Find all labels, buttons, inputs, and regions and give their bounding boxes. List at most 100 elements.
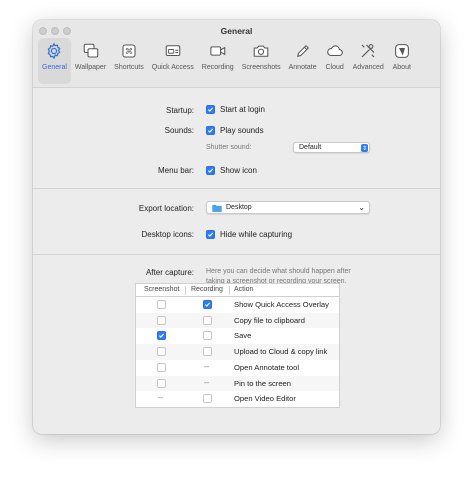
column-header-screenshot: Screenshot	[144, 286, 180, 293]
preferences-tabs: General Wallpaper ⌘ Shortcuts Quick Acce…	[38, 38, 416, 86]
folder-icon	[212, 204, 222, 212]
screenshot-checkbox[interactable]	[157, 347, 166, 358]
app-icon	[392, 40, 412, 62]
after-capture-table: Screenshot Recording Action Show Quick A…	[135, 283, 340, 408]
tab-general[interactable]: General	[38, 38, 71, 84]
recording-checkbox[interactable]	[203, 347, 212, 358]
gear-icon	[44, 40, 64, 62]
table-header: Screenshot Recording Action	[136, 284, 339, 297]
screenshot-checkbox[interactable]	[157, 331, 166, 341]
chevron-updown-icon: ⌄	[358, 203, 365, 212]
tab-label: Cloud	[325, 64, 344, 71]
export-location-value: Desktop	[226, 204, 252, 211]
quick-access-icon	[163, 40, 183, 62]
checkbox-unchecked-icon	[203, 347, 212, 357]
checkbox-unchecked-icon	[157, 378, 166, 388]
export-location-select[interactable]: Desktop ⌄	[206, 201, 370, 214]
checkbox-checked-icon	[203, 300, 212, 309]
table-row: – Open Annotate tool	[136, 360, 339, 376]
tab-recording[interactable]: Recording	[198, 38, 238, 84]
recording-checkbox[interactable]	[203, 394, 212, 405]
tab-label: About	[392, 64, 411, 71]
toolbar: General General Wallpaper ⌘ Shortcuts Qu…	[33, 20, 440, 88]
command-key-icon: ⌘	[119, 40, 139, 62]
tab-shortcuts[interactable]: ⌘ Shortcuts	[110, 38, 148, 84]
checkbox-unchecked-icon	[157, 347, 166, 357]
action-label: Open Video Editor	[234, 394, 296, 404]
shutter-sound-select[interactable]: Default ⇕	[293, 142, 370, 153]
export-location-label: Export location:	[138, 204, 194, 213]
tab-label: General	[42, 64, 67, 71]
shutter-sound-value: Default	[299, 144, 322, 151]
recording-unavailable: –	[204, 360, 210, 371]
sounds-label: Sounds:	[164, 126, 194, 135]
column-header-action: Action	[234, 286, 254, 293]
tab-advanced[interactable]: Advanced	[349, 38, 388, 84]
screenshot-checkbox[interactable]	[157, 315, 166, 327]
recording-unavailable: –	[204, 376, 210, 387]
action-label: Upload to Cloud & copy link	[234, 347, 328, 357]
shutter-sound-label: Shutter sound:	[206, 144, 252, 151]
screenshot-checkbox[interactable]	[157, 362, 166, 374]
checkbox-unchecked-icon	[157, 315, 166, 325]
checkbox-checked-icon	[206, 126, 215, 135]
tab-label: Shortcuts	[114, 64, 144, 71]
table-row: Show Quick Access Overlay	[136, 297, 339, 313]
start-at-login-checkbox[interactable]: Start at login	[206, 105, 265, 114]
checkbox-label: Show icon	[220, 166, 257, 175]
video-camera-icon	[208, 40, 228, 62]
checkbox-unchecked-icon	[203, 331, 212, 341]
action-label: Show Quick Access Overlay	[234, 300, 329, 309]
show-icon-checkbox[interactable]: Show icon	[206, 166, 257, 175]
action-label: Pin to the screen	[234, 378, 291, 388]
table-row: – Open Video Editor	[136, 391, 339, 407]
tab-label: Annotate	[288, 64, 317, 71]
checkbox-checked-icon	[157, 331, 166, 341]
tools-icon	[358, 40, 378, 62]
recording-checkbox[interactable]	[203, 331, 212, 342]
startup-label: Startup:	[165, 106, 194, 115]
tab-label: Wallpaper	[74, 64, 107, 71]
column-header-recording: Recording	[191, 286, 223, 293]
checkbox-unchecked-icon	[157, 300, 166, 309]
tab-wallpaper[interactable]: Wallpaper	[71, 38, 110, 84]
checkbox-checked-icon	[206, 166, 215, 175]
after-capture-label: After capture:	[145, 268, 194, 277]
action-label: Save	[234, 331, 252, 341]
tab-label: Advanced	[352, 64, 384, 71]
action-label: Open Annotate tool	[234, 362, 300, 372]
tab-about[interactable]: About	[388, 38, 416, 84]
screenshot-checkbox[interactable]	[157, 300, 166, 311]
checkbox-unchecked-icon	[203, 394, 212, 404]
tab-label: Recording	[201, 64, 234, 71]
chevron-updown-icon: ⇕	[361, 144, 368, 152]
table-row: – Pin to the screen	[136, 375, 339, 392]
tab-label: Quick Access	[151, 64, 194, 71]
table-row: Save	[136, 328, 339, 344]
checkbox-checked-icon	[206, 105, 215, 114]
checkbox-unchecked-icon	[203, 315, 212, 325]
tab-annotate[interactable]: Annotate	[285, 38, 321, 84]
divider	[33, 254, 440, 255]
screenshot-checkbox[interactable]	[157, 378, 166, 390]
screenshot-unavailable: –	[158, 392, 164, 403]
tab-cloud[interactable]: Cloud	[321, 38, 349, 84]
window-title: General	[220, 26, 253, 36]
play-sounds-checkbox[interactable]: Play sounds	[206, 126, 264, 135]
tab-quick-access[interactable]: Quick Access	[148, 38, 198, 84]
desktop-icons-label: Desktop icons:	[141, 230, 194, 239]
divider	[33, 188, 440, 189]
table-row: Upload to Cloud & copy link	[136, 344, 339, 360]
hide-while-capturing-checkbox[interactable]: Hide while capturing	[206, 230, 292, 239]
camera-icon	[251, 40, 271, 62]
action-label: Copy file to clipboard	[234, 315, 305, 325]
tab-screenshots[interactable]: Screenshots	[238, 38, 285, 84]
preferences-window: General General Wallpaper ⌘ Shortcuts Qu…	[33, 20, 440, 434]
svg-text:⌘: ⌘	[125, 46, 133, 56]
checkbox-label: Start at login	[220, 105, 265, 114]
checkbox-unchecked-icon	[157, 362, 166, 372]
checkbox-label: Play sounds	[220, 126, 264, 135]
recording-checkbox[interactable]	[203, 315, 212, 327]
recording-checkbox[interactable]	[203, 300, 212, 310]
wallpaper-icon	[81, 40, 101, 62]
